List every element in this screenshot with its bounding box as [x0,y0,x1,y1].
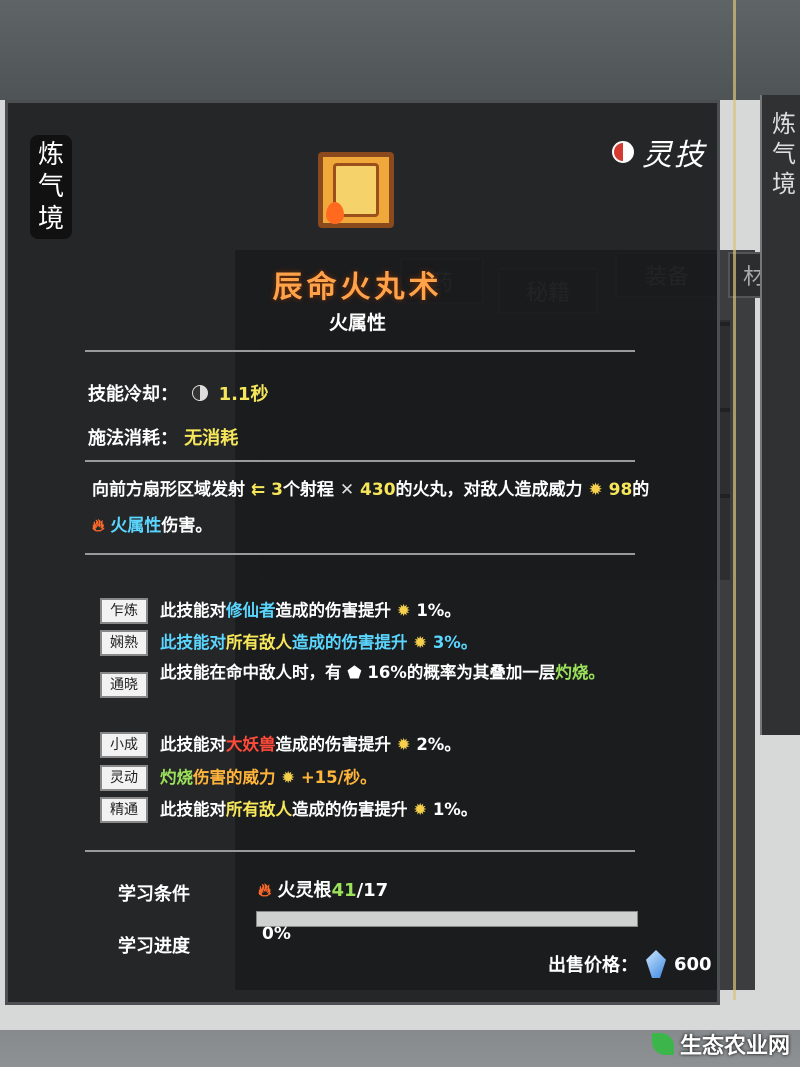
sell-price: 出售价格： 600 [548,950,712,978]
power-value: 98 [608,480,633,500]
book-icon [326,163,379,224]
cost-label: 施法消耗： [88,428,178,449]
skill-attribute: 火属性 [328,312,386,334]
cooldown-value: 1.1秒 [218,384,269,405]
modifier-badge: 灵动 [100,765,148,791]
sun-icon: ✹ [396,601,411,620]
spell-type-label: 灵技 [642,138,706,173]
modifier-badge: 精通 [100,797,148,823]
skill-book-icon [318,152,394,228]
learn-condition-value: 🔥︎ 火灵根41/17 [258,880,389,901]
realm-tag: 炼气境 [30,135,72,239]
price-label: 出售价格： [548,955,638,976]
projectile-count: 3 [271,480,283,500]
sun-icon: ✹ [413,800,428,819]
background-side-panel: 炼气境 [760,95,800,735]
modifier-badge: 乍炼 [100,598,148,624]
learn-progress-bar [256,911,638,927]
spirit-stone-icon [646,950,666,978]
fire-icon: 🔥︎ [258,880,272,901]
divider [85,460,635,462]
site-watermark: 生态农业网 [652,1028,790,1060]
learn-condition-label: 学习条件 [118,884,190,905]
range-value: 430 [360,480,396,500]
divider [85,553,635,555]
skill-name: 辰命火丸术 [272,270,443,305]
background-realm-label: 炼气境 [772,110,796,198]
cooldown-label: 技能冷却： [88,384,178,405]
cost-value: 无消耗 [184,428,239,449]
cost-row: 施法消耗： 无消耗 [88,424,238,450]
sun-icon: ✹ [413,633,428,652]
spell-type-tag: 灵技 [612,130,706,174]
modifier-row-1: 乍炼 此技能对修仙者造成的伤害提升 ✹ 1%。 [100,598,461,626]
background-divider [733,0,736,1000]
divider [85,350,635,352]
cooldown-icon [192,385,209,401]
price-value: 600 [674,953,712,975]
divider [85,850,635,852]
projectile-icon: ⇇ [250,480,266,500]
sun-icon: ✹ [281,768,296,787]
fire-icon [326,202,344,224]
skill-description: 向前方扇形区域发射 ⇇ 3个射程 ✕ 430的火丸，对敌人造成威力 ✹ 98的 … [92,480,650,536]
modifier-row-5: 灵动 灼烧伤害的威力 ✹ +15/秒。 [100,765,377,793]
leaf-icon [652,1033,674,1055]
modifier-badge: 娴熟 [100,630,148,656]
cooldown-row: 技能冷却： 1.1秒 [88,380,268,406]
sun-icon: ✹ [396,735,411,754]
modifier-row-4: 小成 此技能对大妖兽造成的伤害提升 ✹ 2%。 [100,732,461,760]
spell-type-dot-icon [612,141,634,163]
power-sun-icon: ✹ [588,480,603,500]
modifier-badge: 小成 [100,732,148,758]
learn-progress-label: 学习进度 [118,936,190,957]
modifier-row-2: 娴熟 此技能对所有敌人造成的伤害提升 ✹ 3%。 [100,630,477,658]
shield-icon: ⬟ [347,663,362,682]
fire-icon: 🔥︎ [92,516,105,536]
learn-progress-value: 0% [262,924,291,944]
modifier-row-3: 通晓 此技能在命中敌人时，有 ⬟ 16%的概率为其叠加一层灼烧。 [100,660,660,698]
element-value: 火属性 [110,516,162,536]
range-icon: ✕ [339,480,355,500]
modifier-badge: 通晓 [100,672,148,698]
modifier-row-6: 精通 此技能对所有敌人造成的伤害提升 ✹ 1%。 [100,797,477,825]
